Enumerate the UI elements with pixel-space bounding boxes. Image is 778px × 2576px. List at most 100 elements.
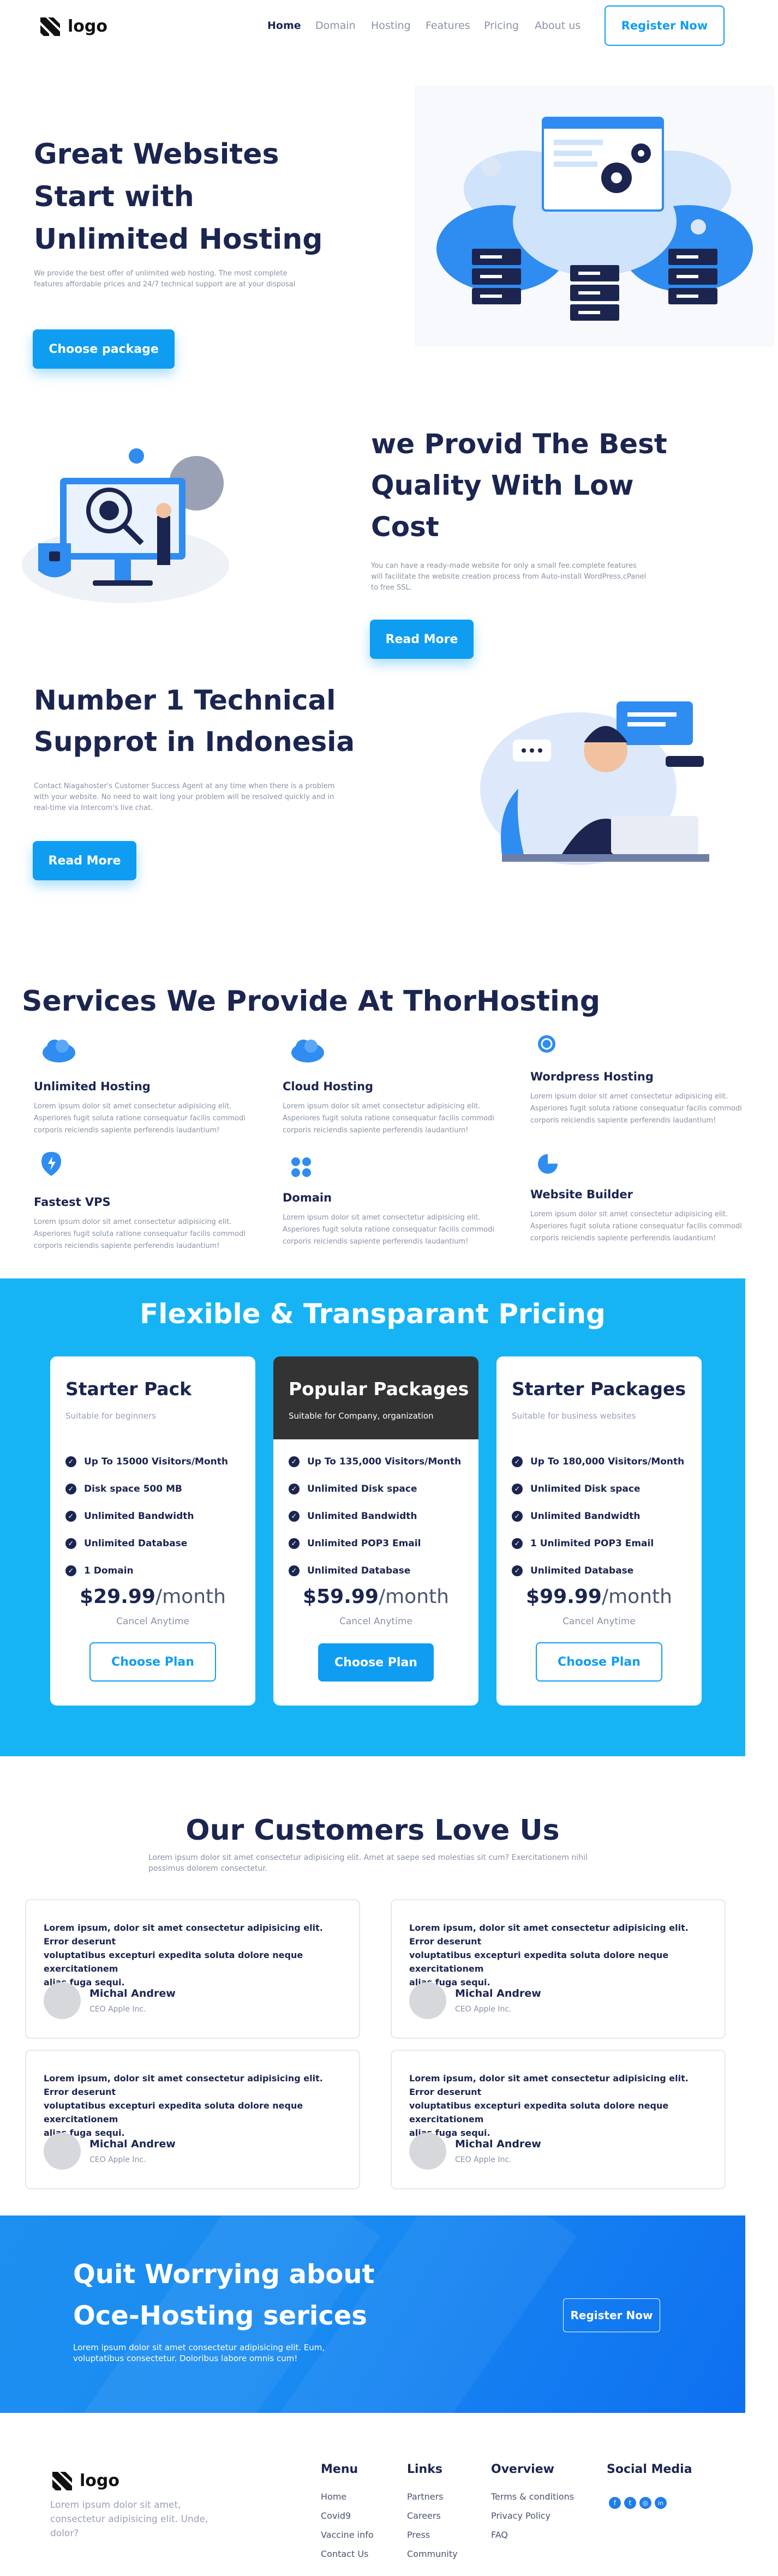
service-desc-line: corporis reiciendis sapiente perferendis… (34, 1126, 220, 1134)
quote-line: Lorem ipsum, dolor sit amet consectetur … (409, 2073, 689, 2097)
service-desc-line: Asperiores fugit soluta ratione consequa… (283, 1114, 494, 1122)
support-read-more-button[interactable]: Read More (33, 841, 136, 880)
pricing-heading: Flexible & Transparant Pricing (140, 1298, 606, 1330)
plan-feature-text: Unlimited Bandwidth (307, 1511, 417, 1522)
testimonial-quote: Lorem ipsum, dolor sit amet consectetur … (409, 2071, 715, 2140)
cloud-icon (291, 1040, 324, 1062)
plan-price-amount: $29.99 (80, 1586, 155, 1608)
testimonial-card: Lorem ipsum, dolor sit amet consectetur … (25, 1899, 360, 2039)
quote-line: Lorem ipsum, dolor sit amet consectetur … (44, 1923, 323, 1947)
service-desc-line: corporis reiciendis sapiente perferendis… (530, 1116, 716, 1125)
logo[interactable]: logo (38, 14, 107, 38)
plan-feature: ✓ Unlimited Database (512, 1557, 684, 1584)
cancel-anytime: Cancel Anytime (116, 1616, 189, 1627)
check-icon: ✓ (512, 1538, 523, 1549)
support-text-line: Contact Niagahoster's Customer Success A… (34, 782, 335, 790)
testimonial-role: CEO Apple Inc. (89, 2005, 146, 2014)
check-icon: ✓ (512, 1484, 523, 1494)
plan-feature-text: Up To 180,000 Visitors/Month (530, 1456, 685, 1467)
footer-links-title: Links (407, 2463, 442, 2476)
cloud-icon (43, 1040, 75, 1062)
footer-link-terms[interactable]: Terms & conditions (491, 2491, 574, 2502)
plan-price-period: /month (155, 1586, 226, 1608)
check-icon: ✓ (512, 1456, 523, 1467)
register-now-button[interactable]: Register Now (605, 5, 725, 46)
footer-link-community[interactable]: Community (407, 2549, 458, 2559)
nav-home[interactable]: Home (267, 20, 301, 32)
footer-link-vaccine[interactable]: Vaccine info (321, 2530, 374, 2540)
service-desc-line: corporis reiciendis sapiente perferendis… (34, 1242, 220, 1250)
plan-features: ✓ Up To 180,000 Visitors/Month ✓ Unlimited… (512, 1448, 684, 1584)
check-icon: ✓ (289, 1484, 300, 1494)
quality-text-line: to free SSL. (371, 584, 412, 592)
footer-logo[interactable]: logo (50, 2469, 119, 2493)
testimonial-name: Michal Andrew (89, 2138, 176, 2150)
service-desc-line: Lorem ipsum dolor sit amet consectetur a… (283, 1102, 481, 1110)
testimonial-name: Michal Andrew (455, 2138, 541, 2150)
hero-title: Great Websites Start with Unlimited Host… (34, 133, 322, 261)
choose-plan-button[interactable]: Choose Plan (89, 1642, 216, 1682)
facebook-icon[interactable]: f (609, 2497, 621, 2509)
quote-line: voluptatibus excepturi expedita soluta d… (44, 2100, 303, 2124)
cta-register-button[interactable]: Register Now (563, 2298, 660, 2332)
nav-pricing[interactable]: Pricing (484, 20, 519, 32)
testimonial-name: Michal Andrew (455, 1987, 541, 1999)
cta-title-line: Quit Worrying about (73, 2259, 375, 2290)
services-heading: Services We Provide At ThorHosting (22, 985, 601, 1018)
support-text-line: with your website. No need to wait long … (34, 793, 334, 801)
quote-line: voluptatibus excepturi expedita soluta d… (409, 1950, 669, 1974)
choose-plan-button[interactable]: Choose Plan (318, 1643, 434, 1682)
choose-package-button[interactable]: Choose package (33, 329, 175, 369)
pricing-card-popular: Popular Packages Suitable for Company, o… (273, 1356, 478, 1706)
logo-icon (52, 2472, 72, 2490)
service-title-website-builder: Website Builder (530, 1188, 633, 1201)
service-title-wordpress-hosting: Wordpress Hosting (530, 1070, 654, 1083)
plan-feature: ✓ Unlimited Disk space (512, 1475, 684, 1503)
twitter-icon[interactable]: t (624, 2497, 636, 2509)
avatar (409, 2133, 446, 2170)
hero-section: Great Websites Start with Unlimited Host… (0, 52, 778, 412)
plan-feature-text: Up To 135,000 Visitors/Month (307, 1456, 462, 1467)
cta-title-line: Oce-Hosting serices (73, 2301, 367, 2331)
plan-feature: ✓ Up To 180,000 Visitors/Month (512, 1448, 684, 1475)
plan-feature-text: Unlimited POP3 Email (307, 1538, 421, 1549)
footer-link-home[interactable]: Home (321, 2491, 346, 2502)
service-desc-line: corporis reiciendis sapiente perferendis… (283, 1238, 469, 1246)
testimonial-quote: Lorem ipsum, dolor sit amet consectetur … (409, 1921, 715, 1989)
nav-hosting[interactable]: Hosting (371, 20, 411, 32)
nav-domain[interactable]: Domain (315, 20, 356, 32)
service-desc: Lorem ipsum dolor sit amet consectetur a… (530, 1091, 776, 1127)
plan-feature-text: Up To 15000 Visitors/Month (84, 1456, 228, 1467)
footer-link-contact[interactable]: Contact Us (321, 2549, 368, 2559)
testimonial-role: CEO Apple Inc. (455, 2155, 512, 2164)
linkedin-icon[interactable]: in (655, 2497, 667, 2509)
footer-about-line: consectetur adipisicing elit. Unde, (50, 2514, 208, 2525)
testimonials-heading: Our Customers Love Us (185, 1814, 560, 1847)
quality-text-line: will facilitate the website creation pro… (371, 573, 647, 581)
plan-feature: ✓ Unlimited Bandwidth (65, 1503, 228, 1530)
support-title: Number 1 Technical Supprot in Indonesia (34, 680, 355, 762)
footer-about-line: Lorem ipsum dolor sit amet, (50, 2500, 181, 2511)
footer-link-press[interactable]: Press (407, 2530, 430, 2540)
hero-title-line: Great Websites (34, 138, 279, 171)
testimonials-intro-line: Lorem ipsum dolor sit amet consectetur a… (148, 1853, 588, 1862)
footer-link-faq[interactable]: FAQ (491, 2530, 508, 2540)
service-desc-line: Asperiores fugit soluta ratione consequa… (34, 1230, 246, 1238)
quality-read-more-button[interactable]: Read More (370, 620, 474, 659)
plan-title: Starter Packages (512, 1378, 686, 1400)
service-title-unlimited-hosting: Unlimited Hosting (34, 1080, 151, 1093)
security-illustration (22, 448, 229, 603)
logo-icon (40, 17, 60, 36)
check-icon: ✓ (65, 1484, 76, 1494)
footer-link-careers[interactable]: Careers (407, 2511, 441, 2521)
cta-text-line: Lorem ipsum dolor sit amet consectetur a… (73, 2343, 325, 2352)
service-desc-line: Lorem ipsum dolor sit amet consectetur a… (283, 1214, 481, 1222)
choose-plan-button[interactable]: Choose Plan (536, 1642, 662, 1682)
support-section: Number 1 Technical Supprot in Indonesia … (0, 674, 778, 903)
footer-link-covid9[interactable]: Covid9 (321, 2511, 351, 2521)
instagram-icon[interactable]: ◎ (639, 2497, 651, 2509)
nav-features[interactable]: Features (426, 20, 470, 32)
nav-about[interactable]: About us (535, 20, 580, 32)
footer-link-privacy[interactable]: Privacy Policy (491, 2511, 550, 2521)
footer-link-partners[interactable]: Partners (407, 2491, 443, 2502)
